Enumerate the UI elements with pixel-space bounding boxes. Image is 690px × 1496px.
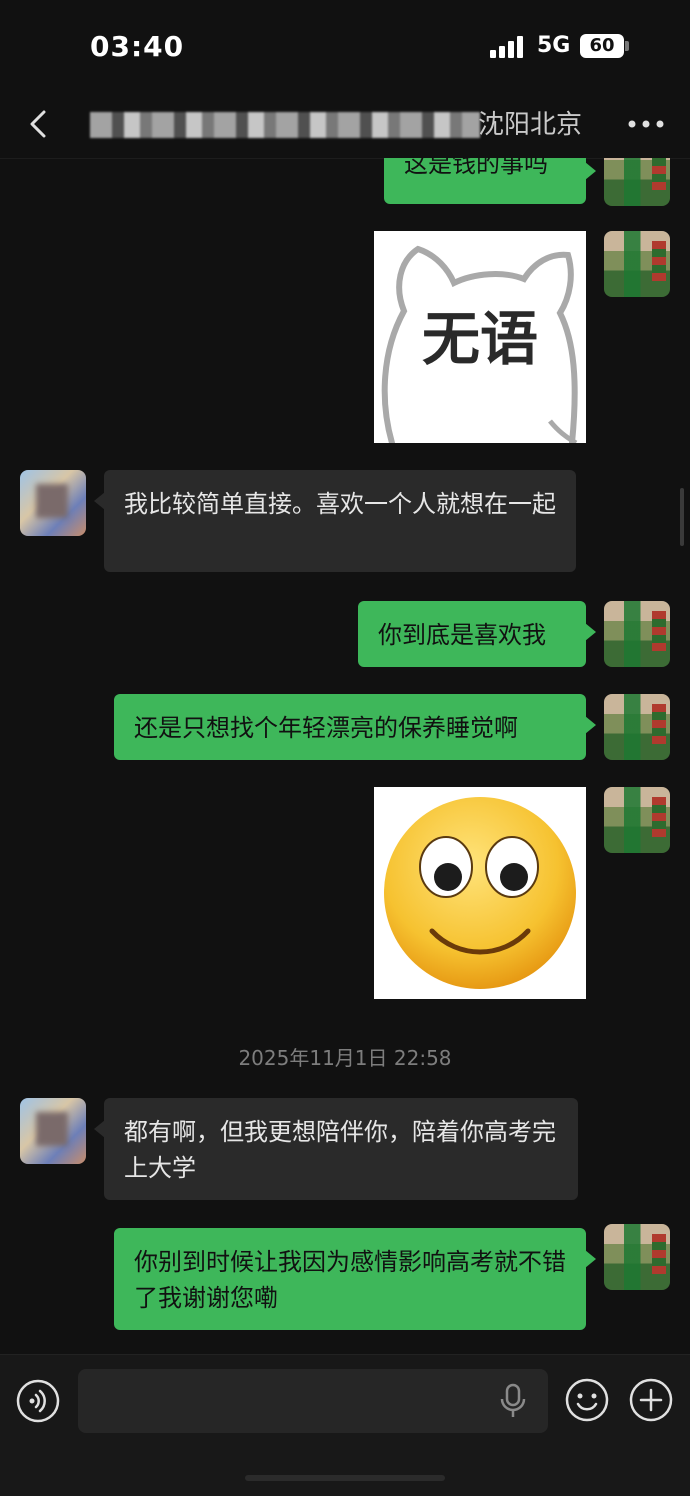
emoji-icon[interactable]: [564, 1377, 610, 1423]
network-type: 5G: [537, 33, 571, 58]
more-dots-icon[interactable]: [624, 110, 668, 138]
my-avatar[interactable]: [604, 231, 670, 297]
message-bubble-sent[interactable]: 你别到时候让我因为感情影响高考就不错了我谢谢您嘞: [114, 1228, 596, 1330]
back-icon[interactable]: [22, 106, 58, 142]
message-text: 都有啊，但我更想陪伴你，陪着你高考完上大学: [124, 1118, 556, 1182]
contact-avatar[interactable]: [20, 470, 86, 536]
sticker-text: 无语: [422, 305, 538, 373]
chat-title-text: 沈阳北京: [478, 110, 583, 140]
message-list[interactable]: 这是钱的事吗 无语 我比较简单直接。喜欢一个人就想在一起 你到底是喜欢我 还是只…: [0, 158, 690, 1354]
chat-screen: 03:40 5G 60 沈阳北京 这是钱的事吗 无语 我比较简单直接。喜欢一个人…: [0, 0, 690, 1496]
message-text: 这是钱的事吗: [404, 158, 548, 178]
my-avatar[interactable]: [604, 694, 670, 760]
microphone-icon[interactable]: [498, 1383, 528, 1419]
voice-icon[interactable]: [16, 1379, 60, 1423]
battery-nub: [625, 41, 629, 51]
my-avatar[interactable]: [604, 787, 670, 853]
message-bubble-received[interactable]: 都有啊，但我更想陪伴你，陪着你高考完上大学: [94, 1098, 578, 1200]
message-text: 我比较简单直接。喜欢一个人就想在一起: [124, 490, 556, 518]
smiley-emoji-icon: [384, 797, 576, 989]
sticker-wuyu[interactable]: 无语: [374, 231, 586, 443]
message-bubble-received[interactable]: 我比较简单直接。喜欢一个人就想在一起: [94, 470, 576, 572]
message-text: 你到底是喜欢我: [378, 621, 546, 649]
message-bubble-sent[interactable]: 你到底是喜欢我: [358, 601, 596, 667]
message-timestamp: 2025年11月1日 22:58: [238, 1046, 452, 1070]
message-text: 还是只想找个年轻漂亮的保养睡觉啊: [134, 714, 518, 742]
message-bubble-sent[interactable]: 还是只想找个年轻漂亮的保养睡觉啊: [114, 694, 596, 760]
input-bar: [0, 1354, 690, 1496]
home-indicator: [245, 1475, 445, 1481]
sticker-smiley[interactable]: [374, 787, 586, 999]
scroll-indicator[interactable]: [680, 488, 684, 546]
chat-header: 沈阳北京: [0, 90, 690, 159]
signal-strength-icon: [490, 36, 526, 58]
battery-icon: 60: [580, 34, 624, 58]
contact-avatar[interactable]: [20, 1098, 86, 1164]
message-input[interactable]: [78, 1369, 548, 1433]
status-bar: 03:40 5G 60: [0, 0, 690, 90]
message-text: 你别到时候让我因为感情影响高考就不错了我谢谢您嘞: [134, 1248, 566, 1312]
redacted-title-mosaic: [90, 112, 480, 138]
my-avatar[interactable]: [604, 601, 670, 667]
message-bubble-sent[interactable]: 这是钱的事吗: [384, 158, 596, 204]
cat-outline-sticker-icon: 无语: [381, 245, 578, 443]
my-avatar[interactable]: [604, 158, 670, 206]
status-time: 03:40: [90, 30, 185, 63]
plus-icon[interactable]: [628, 1377, 674, 1423]
my-avatar[interactable]: [604, 1224, 670, 1290]
